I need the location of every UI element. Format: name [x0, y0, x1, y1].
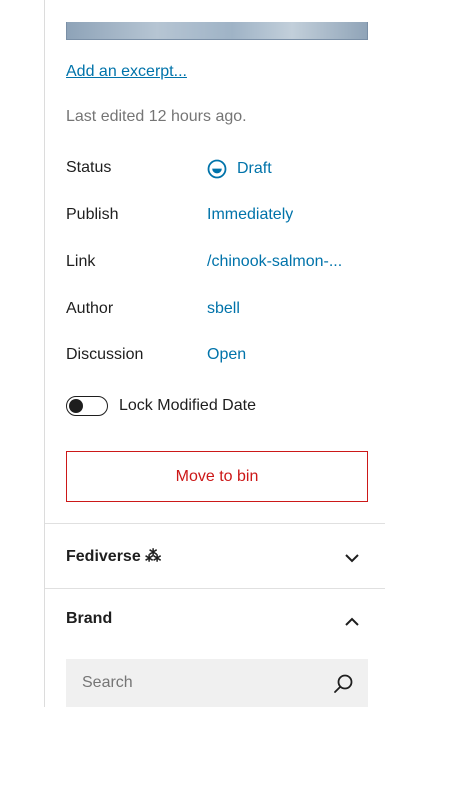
last-edited-text: Last edited 12 hours ago.	[66, 108, 247, 125]
status-value-text: Draft	[237, 160, 272, 177]
link-row: Link /chinook-salmon-...	[66, 253, 368, 277]
fediverse-section-toggle[interactable]: Fediverse ⁂	[66, 546, 368, 570]
publish-value-button[interactable]: Immediately	[207, 206, 293, 224]
discussion-row: Discussion Open	[66, 346, 368, 370]
post-settings-panel: Add an excerpt... Last edited 12 hours a…	[44, 0, 385, 707]
brand-search-box	[66, 659, 368, 707]
publish-row: Publish Immediately	[66, 206, 368, 230]
discussion-value-button[interactable]: Open	[207, 346, 246, 364]
section-divider	[45, 523, 385, 524]
search-icon[interactable]	[332, 673, 354, 695]
chevron-up-icon	[345, 617, 359, 626]
draft-status-icon	[207, 159, 227, 179]
brand-search-input[interactable]	[66, 659, 326, 707]
link-label: Link	[66, 253, 96, 270]
author-value-button[interactable]: sbell	[207, 300, 240, 318]
lock-modified-date-row: Lock Modified Date	[66, 394, 256, 418]
discussion-label: Discussion	[66, 346, 144, 363]
author-label: Author	[66, 300, 114, 317]
section-divider	[45, 588, 385, 589]
add-excerpt-link[interactable]: Add an excerpt...	[66, 63, 187, 81]
status-row: Status Draft	[66, 159, 368, 183]
author-row: Author sbell	[66, 300, 368, 324]
brand-section-title: Brand	[66, 610, 113, 627]
move-to-bin-button[interactable]: Move to bin	[66, 451, 368, 502]
brand-section-toggle[interactable]: Brand	[66, 610, 368, 634]
status-value-button[interactable]: Draft	[207, 159, 272, 179]
fediverse-section-title: Fediverse ⁂	[66, 548, 162, 565]
link-value-button[interactable]: /chinook-salmon-...	[207, 253, 342, 271]
chevron-down-icon	[345, 554, 359, 563]
status-label: Status	[66, 159, 112, 176]
toggle-knob	[69, 399, 83, 413]
publish-label: Publish	[66, 206, 119, 223]
lock-modified-date-toggle[interactable]	[66, 396, 108, 416]
featured-image-preview[interactable]	[66, 22, 368, 40]
lock-modified-date-label: Lock Modified Date	[119, 397, 256, 414]
